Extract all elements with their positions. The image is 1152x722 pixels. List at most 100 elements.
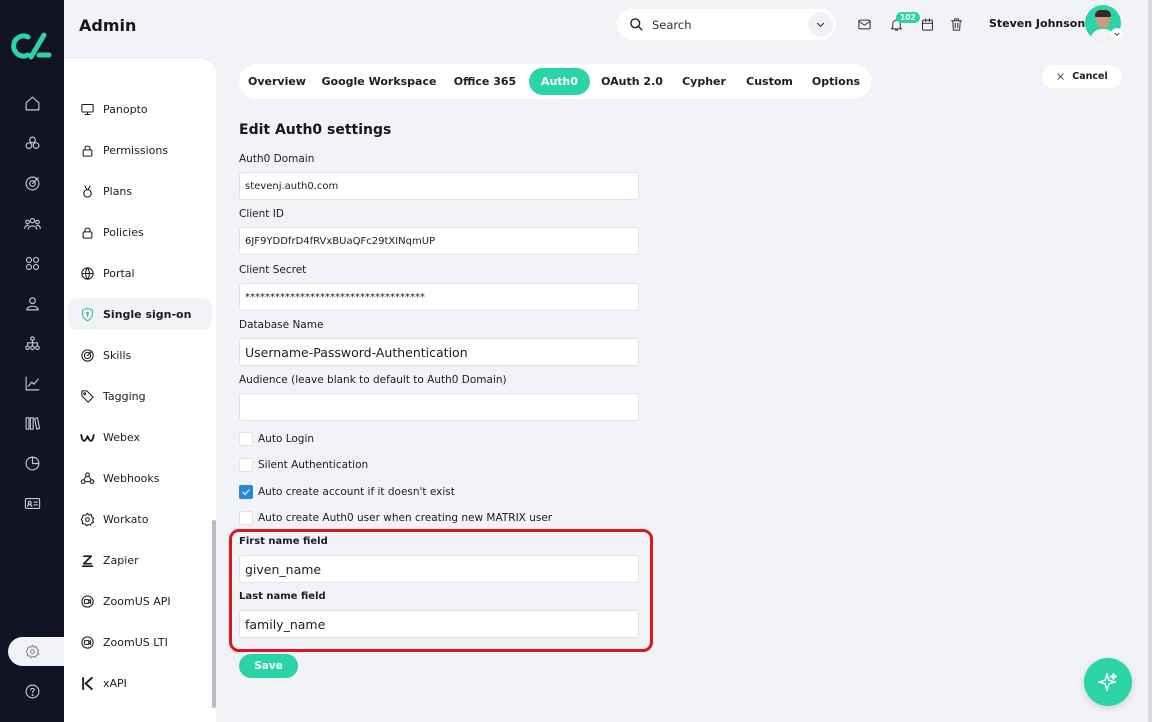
gear-icon: [80, 512, 95, 526]
calendar-icon[interactable]: [918, 15, 936, 33]
form-title: Edit Auth0 settings: [239, 122, 392, 138]
search-bar[interactable]: [617, 9, 836, 40]
cancel-button[interactable]: Cancel: [1042, 65, 1122, 88]
sidebar-item-portal[interactable]: Portal: [68, 257, 212, 289]
sidebar-item-panopto[interactable]: Panopto: [68, 93, 212, 125]
users-icon[interactable]: [20, 211, 44, 235]
save-button[interactable]: Save: [239, 654, 298, 678]
auto-login-label: Auto Login: [258, 433, 315, 445]
sidebar-item-tagging[interactable]: Tagging: [68, 380, 212, 412]
settings-sidebar: Panopto Permissions Plans Policies Porta…: [64, 59, 216, 722]
database-name-input[interactable]: [239, 338, 639, 366]
sidebar-item-xapi[interactable]: xAPI: [68, 667, 212, 699]
tab-options[interactable]: Options: [805, 68, 867, 95]
sidebar-item-label: Tagging: [103, 389, 146, 403]
user-name[interactable]: Steven Johnson: [989, 17, 1085, 30]
chevron-down-icon: [816, 22, 825, 28]
tab-overview[interactable]: Overview: [243, 68, 311, 95]
silent-authentication-checkbox[interactable]: [239, 458, 253, 472]
sidebar-item-permissions[interactable]: Permissions: [68, 134, 212, 166]
auto-login-checkbox[interactable]: [239, 432, 253, 446]
webex-icon: [80, 433, 95, 442]
cancel-label: Cancel: [1072, 71, 1108, 82]
client-secret-input[interactable]: [239, 283, 639, 311]
page-scrollbar[interactable]: [1148, 0, 1152, 722]
auto-create-account-checkbox[interactable]: [239, 485, 253, 499]
silent-authentication-label: Silent Authentication: [258, 459, 369, 471]
settings-tabs: Overview Google Workspace Office 365 Aut…: [239, 64, 871, 99]
analytics-icon[interactable]: [20, 371, 44, 395]
tab-google-workspace[interactable]: Google Workspace: [317, 68, 441, 95]
checkmark-icon: [242, 489, 250, 496]
sidebar-item-label: Skills: [103, 348, 132, 362]
lock-icon: [82, 145, 93, 157]
tag-icon: [81, 389, 94, 403]
ai-assistant-button[interactable]: [1084, 658, 1132, 706]
sidebar-item-label: xAPI: [103, 676, 127, 690]
search-dropdown-button[interactable]: [808, 12, 833, 37]
page-title: Admin: [79, 16, 137, 35]
sparkle-icon: [1098, 673, 1117, 691]
globe-icon: [81, 266, 94, 280]
audience-input[interactable]: [239, 393, 639, 421]
skills-icon: [81, 348, 94, 362]
auth0-domain-input[interactable]: [239, 172, 639, 200]
library-icon[interactable]: [20, 411, 44, 435]
auto-create-auth0-user-label: Auto create Auth0 user when creating new…: [258, 512, 553, 524]
video-icon: [81, 635, 94, 649]
sidebar-item-label: ZoomUS LTI: [103, 635, 168, 649]
mail-icon[interactable]: [855, 15, 873, 33]
reports-pie-icon[interactable]: [20, 451, 44, 475]
auto-create-auth0-user-checkbox[interactable]: [239, 511, 253, 525]
sidebar-item-single-sign-on[interactable]: Single sign-on: [68, 298, 212, 330]
webhook-icon: [80, 471, 95, 484]
sidebar-item-label: Policies: [103, 225, 144, 239]
close-icon: [1057, 73, 1065, 80]
sidebar-item-label: Zapier: [103, 553, 139, 567]
shield-icon: [81, 307, 94, 321]
sidebar-item-plans[interactable]: Plans: [68, 175, 212, 207]
sidebar-scrollbar[interactable]: [212, 520, 216, 708]
user-menu-chevron-icon[interactable]: [1111, 28, 1123, 40]
search-icon: [630, 18, 643, 31]
tab-cypher[interactable]: Cypher: [674, 68, 734, 95]
sidebar-item-label: Permissions: [103, 143, 169, 157]
sidebar-item-zapier[interactable]: Zapier: [68, 544, 212, 576]
target-icon[interactable]: [20, 171, 44, 195]
notification-badge: 102: [896, 12, 920, 23]
first-name-field-label: First name field: [239, 536, 328, 547]
lock-icon: [82, 227, 93, 239]
last-name-field-input[interactable]: [239, 610, 639, 638]
app-rail: [0, 0, 78, 722]
tab-oauth-2[interactable]: OAuth 2.0: [596, 68, 668, 95]
sidebar-item-webhooks[interactable]: Webhooks: [68, 462, 212, 494]
sidebar-item-zoomus-api[interactable]: ZoomUS API: [68, 585, 212, 617]
user-icon[interactable]: [20, 291, 44, 315]
app-logo-icon[interactable]: [11, 31, 53, 61]
auto-create-account-label: Auto create account if it doesn't exist: [258, 486, 455, 498]
sidebar-item-label: Portal: [103, 266, 135, 280]
modules-icon[interactable]: [20, 131, 44, 155]
tab-auth0[interactable]: Auth0: [529, 68, 590, 95]
sidebar-item-policies[interactable]: Policies: [68, 216, 212, 248]
sidebar-item-workato[interactable]: Workato: [68, 503, 212, 535]
first-name-field-input[interactable]: [239, 555, 639, 583]
apps-grid-icon[interactable]: [20, 251, 44, 275]
xapi-icon: [82, 676, 93, 690]
gear-icon: [25, 644, 40, 659]
sidebar-item-webex[interactable]: Webex: [68, 421, 212, 453]
search-input[interactable]: [652, 17, 802, 32]
medal-icon: [83, 184, 92, 198]
video-icon: [81, 594, 94, 608]
client-id-input[interactable]: [239, 227, 639, 255]
tab-office-365[interactable]: Office 365: [446, 68, 524, 95]
home-icon[interactable]: [20, 91, 44, 115]
help-icon[interactable]: [20, 679, 44, 703]
sidebar-item-label: Workato: [103, 512, 149, 526]
id-card-icon[interactable]: [20, 491, 44, 515]
trash-icon[interactable]: [947, 15, 965, 33]
sidebar-item-skills[interactable]: Skills: [68, 339, 212, 371]
hierarchy-icon[interactable]: [20, 331, 44, 355]
tab-custom[interactable]: Custom: [740, 68, 799, 95]
sidebar-item-zoomus-lti[interactable]: ZoomUS LTI: [68, 626, 212, 658]
